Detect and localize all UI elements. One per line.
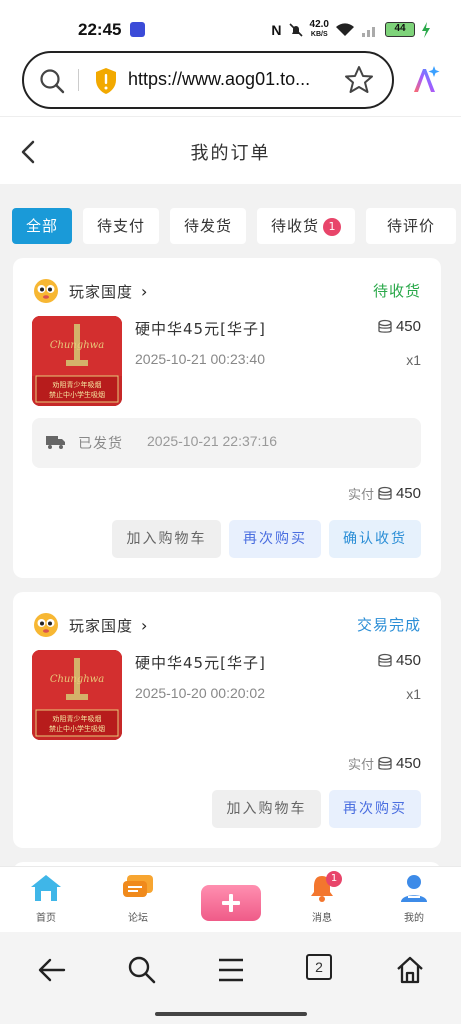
confirm-receipt-button[interactable]: 确认收货: [329, 520, 421, 558]
order-date: 2025-10-20 00:20:02: [135, 685, 265, 701]
nfc-icon: N: [271, 21, 282, 38]
back-arrow-icon[interactable]: [36, 954, 68, 986]
page-header: 我的订单: [0, 116, 461, 184]
tab-pending-payment[interactable]: 待支付: [83, 208, 159, 244]
add-post-button[interactable]: [201, 885, 261, 921]
pack-brand: Chunghwa: [50, 340, 104, 351]
home-icon[interactable]: [394, 954, 426, 986]
product-image[interactable]: Chunghwa 劝阻青少年吸烟 禁止中小学生吸烟: [32, 650, 122, 740]
paid-amount-row: 实付 450: [348, 754, 421, 773]
tab-all[interactable]: 全部: [12, 208, 72, 244]
nav-home-label: 首页: [36, 913, 56, 924]
chevron-right-icon: ›: [141, 281, 148, 301]
address-separator: [78, 69, 79, 91]
ai-assistant-icon[interactable]: [410, 64, 442, 96]
url-text[interactable]: https://www.aog01.to...: [128, 69, 310, 90]
wifi-icon: [336, 22, 354, 36]
product-image[interactable]: Chunghwa 劝阻青少年吸烟 禁止中小学生吸烟: [32, 316, 122, 406]
paid-amount-row: 实付 450: [348, 484, 421, 503]
status-bar: 22:45 N 42.0 KB/S 44: [0, 0, 461, 44]
nav-messages[interactable]: 1 消息: [292, 871, 352, 924]
order-status: 交易完成: [356, 616, 421, 634]
order-card[interactable]: 玩家国度 › 待收货 Chunghwa 劝阻青少年吸烟 禁止中小学生吸烟 硬中华…: [13, 258, 441, 578]
nav-messages-label: 消息: [312, 913, 332, 924]
paid-amount: 450: [395, 485, 421, 502]
truck-icon: [46, 436, 65, 449]
gesture-home-indicator[interactable]: [155, 1012, 307, 1016]
nav-home[interactable]: 首页: [16, 873, 76, 924]
shipping-info[interactable]: 已发货 2025-10-21 22:37:16: [32, 418, 421, 468]
add-to-cart-button[interactable]: 加入购物车: [112, 520, 221, 558]
shop-avatar-icon: [34, 613, 58, 637]
nav-profile-label: 我的: [404, 913, 424, 924]
paid-label: 实付: [347, 758, 374, 773]
browser-bottom-bar: 2: [0, 932, 461, 1024]
page-title: 我的订单: [190, 143, 271, 164]
paid-amount: 450: [395, 755, 421, 772]
product-price: 450: [377, 318, 421, 335]
shop-avatar-icon: [34, 279, 58, 303]
net-speed: 42.0 KB/S: [309, 19, 329, 39]
coin-stack-icon: [378, 653, 392, 667]
browser-toolbar: https://www.aog01.to...: [0, 44, 461, 116]
chevron-right-icon: ›: [141, 615, 148, 635]
pack-warning-2: 禁止中小学生吸烟: [49, 724, 105, 733]
search-icon[interactable]: [126, 954, 158, 986]
buy-again-button[interactable]: 再次购买: [229, 520, 321, 558]
charging-icon: [422, 21, 430, 38]
order-status: 待收货: [372, 282, 421, 300]
pack-brand: Chunghwa: [50, 674, 104, 685]
plus-icon: [222, 894, 240, 912]
buy-again-button[interactable]: 再次购买: [329, 790, 421, 828]
nav-profile[interactable]: 我的: [384, 873, 444, 924]
shipping-time: 2025-10-21 22:37:16: [147, 433, 277, 449]
paid-label: 实付: [347, 488, 374, 503]
messages-badge: 1: [326, 871, 342, 887]
coin-stack-icon: [378, 756, 392, 770]
order-date: 2025-10-21 00:23:40: [135, 351, 265, 367]
chat-icon: [123, 875, 153, 897]
pack-warning-1: 劝阻青少年吸烟: [53, 380, 102, 389]
product-quantity: x1: [406, 352, 421, 368]
product-name[interactable]: 硬中华45元[华子]: [135, 652, 266, 673]
status-time: 22:45: [78, 20, 122, 39]
pack-warning-1: 劝阻青少年吸烟: [53, 714, 102, 723]
tab-pending-review[interactable]: 待评价: [366, 208, 456, 244]
coin-stack-icon: [378, 319, 392, 333]
pack-warning-2: 禁止中小学生吸烟: [49, 390, 105, 399]
bookmark-star-icon[interactable]: [344, 65, 374, 95]
status-icons: N 42.0 KB/S 44: [271, 20, 431, 39]
product-name[interactable]: 硬中华45元[华子]: [135, 318, 266, 339]
shop-link[interactable]: 玩家国度 ›: [33, 278, 147, 304]
bottom-navigation: 首页 论坛 1 消息 我的: [0, 866, 461, 932]
product-price: 450: [377, 652, 421, 669]
address-bar[interactable]: https://www.aog01.to...: [22, 51, 394, 109]
product-quantity: x1: [406, 686, 421, 702]
order-card[interactable]: 玩家国度 › 交易完成 Chunghwa 劝阻青少年吸烟 禁止中小学生吸烟 硬中…: [13, 592, 441, 848]
tab-badge: 1: [323, 217, 341, 236]
nav-forum[interactable]: 论坛: [108, 873, 168, 924]
user-icon: [401, 875, 427, 902]
shop-name: 玩家国度: [69, 616, 134, 635]
coin-stack-icon: [378, 486, 392, 500]
tab-pending-shipment[interactable]: 待发货: [170, 208, 246, 244]
signal-icon: [362, 26, 375, 37]
shop-link[interactable]: 玩家国度 ›: [33, 612, 147, 638]
shipping-status: 已发货: [78, 436, 123, 452]
tabs-switcher-button[interactable]: 2: [306, 954, 332, 980]
menu-icon[interactable]: [216, 954, 246, 986]
search-icon[interactable]: [38, 67, 66, 95]
order-status-tabs: 全部 待支付 待发货 待收货 1 待评价: [12, 208, 461, 246]
tab-pending-receipt[interactable]: 待收货 1: [257, 208, 355, 244]
shop-name: 玩家国度: [69, 282, 134, 301]
mute-bell-icon: [288, 22, 303, 37]
app-notification-icon: [130, 22, 145, 37]
add-to-cart-button[interactable]: 加入购物车: [212, 790, 321, 828]
home-icon: [31, 875, 61, 901]
shield-warning-icon[interactable]: [94, 67, 118, 95]
battery-indicator: 44: [385, 22, 415, 37]
nav-forum-label: 论坛: [128, 913, 148, 924]
